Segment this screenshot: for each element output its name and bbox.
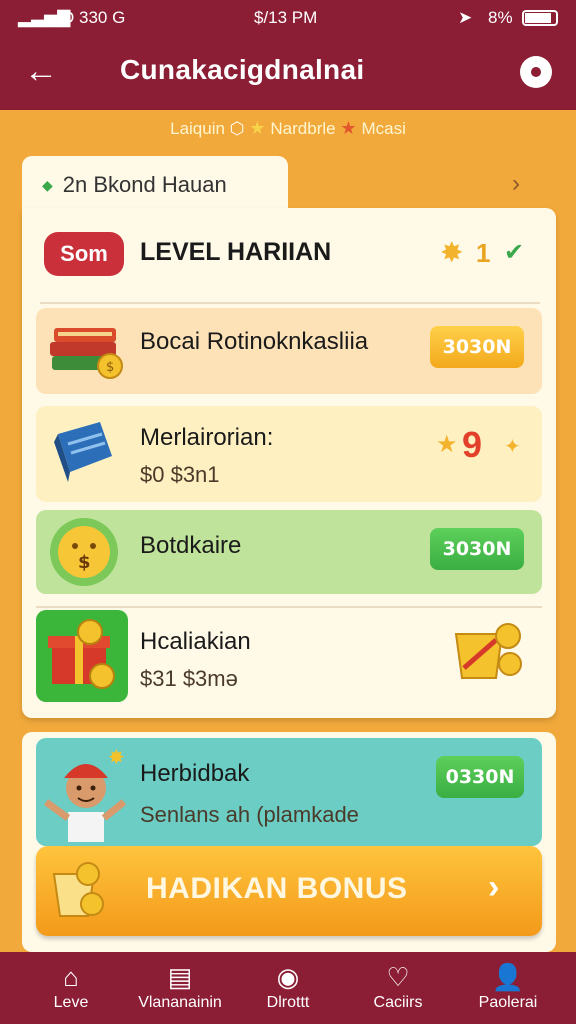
nav-item-vlananainin[interactable]: ▤ Vlananainin [128, 952, 232, 1024]
page-title: Cunakacigdnalnai [120, 54, 365, 85]
nav-item-paolerai[interactable]: 👤 Paolerai [460, 952, 556, 1024]
tab-active[interactable]: ◆ 2n Bkond Hauan [22, 156, 288, 214]
star-icon: ✦ [504, 436, 521, 458]
bottom-nav: ⌂ Leve ▤ Vlananainin ◉ Dlrottt ♡ Caciirs… [0, 952, 576, 1024]
chevron-right-icon[interactable]: › [512, 170, 520, 198]
diamond-icon: ◆ [42, 177, 53, 193]
nav-item-dlrottt[interactable]: ◉ Dlrottt [240, 952, 336, 1024]
level-title: LEVEL HARIIAN [140, 238, 332, 266]
ribbon: Laiquin ⬡ ★ Nardbrle ★ Mcasi [0, 110, 576, 150]
task-title: Bocai Rotinoknkasliia [140, 328, 369, 355]
bonus-label: HADIKAN BONUS [146, 872, 408, 905]
chevron-right-icon: › [488, 868, 500, 906]
task-title: Merlairorian: [140, 424, 274, 451]
ribbon-text-2: Nardbrle [270, 119, 336, 138]
nav-label: Paolerai [478, 994, 538, 1011]
carrier-text: Ð 330 G [62, 8, 126, 27]
coin-bucket-icon [454, 623, 522, 679]
coin-cup-icon [52, 862, 104, 917]
task-subtitle: $31 $3mə [140, 666, 238, 691]
status-bar: ▂▃▅▇ Ð 330 G $/13 PM ➤ 8% [0, 0, 576, 36]
nav-label: Caciirs [373, 994, 423, 1011]
app-bar: ← Cunakacigdnalnai [0, 36, 576, 110]
avatar: ✸ [43, 745, 127, 842]
star-icon: ★ [340, 118, 362, 138]
heart-icon: ♡ [386, 962, 410, 992]
star-icon: ★ [249, 118, 271, 138]
claim-button[interactable]: 3030N [430, 326, 524, 368]
book-icon [54, 422, 112, 482]
task-title: Botdkaire [140, 532, 242, 559]
list-icon: ▤ [167, 962, 193, 992]
featured-subtitle: Senlans ah (plamkade [140, 802, 359, 827]
claim-button[interactable]: 3030N [430, 528, 524, 570]
reward-value: 9 [462, 424, 483, 465]
check-icon: ✔ [504, 239, 525, 266]
record-icon[interactable] [520, 56, 552, 88]
ribbon-text-3: Mcasi [361, 119, 406, 138]
nav-label: Dlrottt [266, 994, 310, 1011]
smiley-coin-icon: $ [50, 518, 118, 586]
featured-title: Herbidbak [140, 760, 250, 787]
home-icon: ⌂ [63, 962, 79, 992]
level-badge: Som [44, 232, 124, 276]
divider [40, 302, 540, 304]
star-icon: ✸ [440, 237, 464, 268]
claim-button[interactable]: 0330N [436, 756, 524, 798]
svg-text:$: $ [78, 552, 91, 573]
battery-text: 8% [488, 8, 513, 27]
circle-icon: ◉ [276, 962, 300, 992]
star-icon: ★ [436, 431, 458, 458]
svg-text:$: $ [106, 360, 114, 375]
ribbon-text-1: Laiquin [170, 119, 225, 138]
task-title: Hcaliakian [140, 628, 251, 655]
nav-item-leve[interactable]: ⌂ Leve [24, 952, 118, 1024]
battery-icon [522, 10, 558, 26]
nav-item-caciirs[interactable]: ♡ Caciirs [350, 952, 446, 1024]
task-subtitle: $0 $3n1 [140, 462, 220, 487]
nav-label: Vlananainin [138, 994, 222, 1011]
clock: $/13 PM [254, 8, 318, 27]
nav-label: Leve [53, 994, 89, 1011]
location-icon: ➤ [458, 8, 473, 27]
books-icon: $ [50, 328, 123, 379]
svg-text:✸: ✸ [108, 745, 125, 769]
gift-box-icon [36, 610, 128, 702]
diamond-icon: ⬡ [229, 119, 250, 138]
tab-label: 2n Bkond Hauan [62, 172, 227, 197]
level-value: 1 [476, 238, 491, 268]
arrow-left-icon[interactable]: ← [24, 52, 64, 92]
user-icon: 👤 [491, 962, 525, 992]
